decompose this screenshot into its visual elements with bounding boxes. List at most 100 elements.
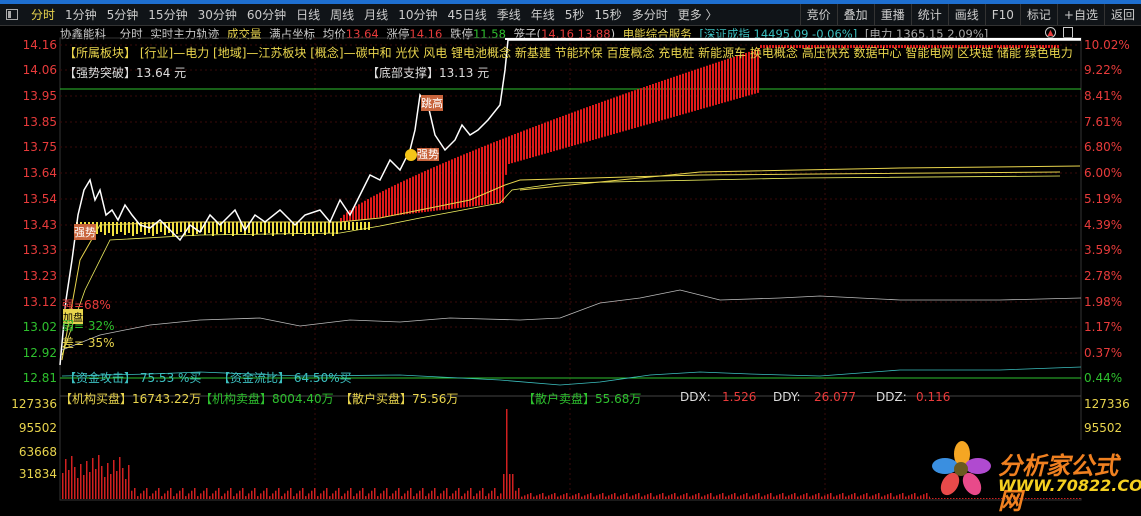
main-force-bar — [406, 179, 408, 215]
main-force-bar — [565, 114, 567, 148]
breakout-label: 【强势突破】 — [64, 66, 137, 80]
main-force-bar — [604, 100, 606, 137]
ddz-value: 0.116 — [916, 390, 951, 404]
main-force-bar — [448, 160, 450, 210]
main-force-bar — [481, 147, 483, 206]
volume-bar — [869, 496, 871, 499]
site-logo: 分析家公式网 WWW.70822.COM — [930, 440, 1141, 515]
volume-bar — [866, 493, 868, 499]
fund-flow-label: 【资金流比】 — [218, 371, 291, 385]
main-force-bar — [379, 192, 381, 218]
volume-bar — [257, 496, 259, 499]
volume-bar — [83, 475, 85, 499]
main-force-bar — [718, 61, 720, 104]
strength-weak: 弱= 32% — [62, 319, 115, 333]
ddx-value: 1.526 — [722, 390, 757, 404]
volume-bar — [260, 493, 262, 499]
sector-label: 【所属板块】 — [64, 46, 137, 60]
main-force-bar — [586, 107, 588, 142]
main-force-bar — [736, 55, 738, 99]
volume-bar — [923, 494, 925, 499]
main-force-bar — [517, 132, 519, 162]
volume-bar — [593, 496, 595, 499]
volume-bar — [326, 488, 328, 499]
retail-sell-label: 【散户卖盘】 — [523, 392, 596, 406]
volume-bar — [500, 493, 502, 499]
main-force-bar — [652, 83, 654, 123]
volume-bar — [761, 496, 763, 499]
main-force-bar — [631, 91, 633, 129]
volume-tick-right: 127336 — [1084, 397, 1130, 411]
volume-bar — [746, 493, 748, 499]
strong-marker-label: 强势 — [417, 148, 439, 161]
volume-bar — [356, 493, 358, 499]
main-force-bar — [343, 214, 345, 222]
flow-bar — [144, 222, 146, 235]
breakout-level: 【强势突破】13.64 元 — [64, 64, 186, 81]
volume-bar — [614, 493, 616, 499]
volume-bar — [512, 474, 514, 499]
volume-bar — [797, 496, 799, 499]
volume-bar — [419, 490, 421, 499]
volume-bar — [248, 493, 250, 499]
volume-bar — [203, 490, 205, 499]
main-force-bar — [442, 163, 444, 210]
volume-bar — [581, 496, 583, 499]
volume-bar — [173, 496, 175, 499]
main-force-bar — [547, 121, 549, 153]
volume-bar — [422, 488, 424, 499]
main-force-bar — [493, 142, 495, 204]
volume-bar — [773, 496, 775, 499]
volume-bar — [650, 493, 652, 499]
volume-bar — [464, 493, 466, 499]
flow-bar — [236, 222, 238, 234]
volume-bar — [269, 496, 271, 499]
main-force-bar — [655, 82, 657, 122]
volume-bar — [860, 495, 862, 499]
volume-bar — [164, 493, 166, 499]
smiley-icon — [405, 149, 417, 161]
volume-bar — [734, 493, 736, 499]
main-force-bar — [616, 96, 618, 134]
volume-bar — [68, 470, 70, 499]
volume-bar — [776, 495, 778, 499]
main-force-bar — [511, 135, 513, 164]
fund-line — [61, 366, 1082, 386]
volume-bar — [737, 496, 739, 499]
volume-bar — [683, 494, 685, 499]
fund-flow: 【资金流比】 64.50%买 — [218, 369, 352, 386]
volume-bar — [284, 493, 286, 499]
main-force-bar — [673, 76, 675, 117]
flow-bar — [196, 222, 198, 234]
flow-bar — [352, 222, 354, 230]
volume-bar — [449, 496, 451, 499]
volume-bar — [425, 496, 427, 499]
main-force-bar — [346, 212, 348, 222]
main-force-bar — [574, 111, 576, 146]
main-force-bar — [601, 101, 603, 138]
main-force-bar — [712, 63, 714, 106]
sector-line: 【所属板块】 [行业]—电力 [地域]—江苏板块 [概念]—碳中和 光伏 风电 … — [64, 44, 1073, 61]
volume-bar — [701, 496, 703, 499]
main-force-bar — [355, 206, 357, 221]
volume-bar — [515, 490, 517, 499]
volume-bar — [434, 488, 436, 499]
volume-bar — [170, 488, 172, 499]
main-force-bar — [523, 130, 525, 160]
volume-bar — [314, 488, 316, 499]
volume-bar — [914, 493, 916, 499]
volume-bar — [848, 495, 850, 499]
volume-bar — [485, 496, 487, 499]
volume-bar — [632, 495, 634, 499]
volume-bar — [458, 488, 460, 499]
volume-bar — [62, 473, 64, 499]
volume-bar — [158, 488, 160, 499]
volume-bar — [230, 488, 232, 499]
main-force-bar — [364, 200, 366, 220]
volume-bar — [239, 490, 241, 499]
volume-bar — [575, 494, 577, 499]
volume-bar — [302, 488, 304, 499]
flow-bar — [304, 222, 306, 235]
volume-bar — [479, 490, 481, 499]
main-force-bar — [733, 56, 735, 100]
